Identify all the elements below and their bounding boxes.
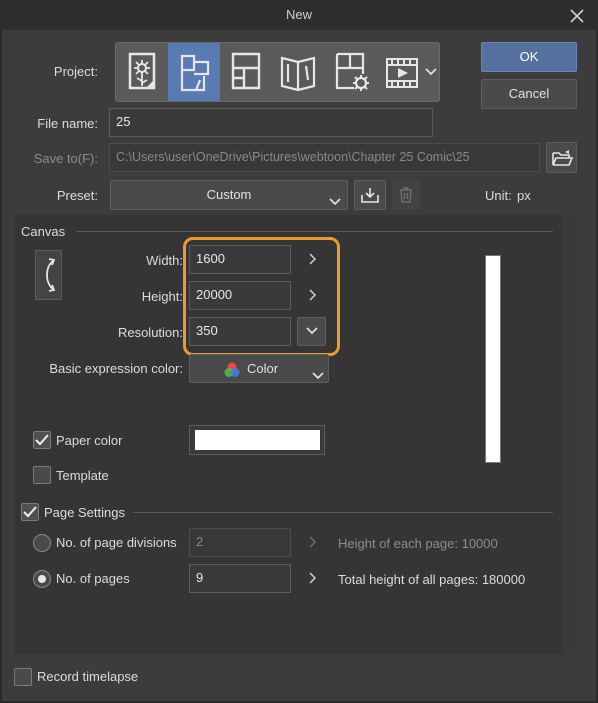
ok-button[interactable]: OK	[481, 42, 577, 72]
folder-open-icon[interactable]	[546, 142, 577, 173]
height-label: Height:	[141, 289, 183, 304]
expression-color-dropdown[interactable]: Color	[189, 354, 329, 383]
page-divisions-input: 2	[189, 528, 291, 557]
preset-value: Custom	[206, 187, 252, 202]
file-name-label: File name:	[37, 116, 98, 131]
page-settings-label: Page Settings	[44, 505, 125, 520]
highlight-frame	[183, 237, 340, 356]
template-label: Template	[56, 468, 109, 483]
project-selector	[115, 42, 440, 102]
pages-radio[interactable]	[33, 570, 51, 588]
canvas-preview	[485, 255, 501, 463]
chevron-right-icon[interactable]	[302, 565, 322, 591]
page-settings-divider	[133, 512, 553, 513]
project-label: Project:	[53, 64, 98, 79]
radio-selected-dot	[38, 575, 46, 583]
total-height-text: Total height of all pages: 180000	[338, 572, 526, 587]
chevron-down-icon[interactable]	[422, 43, 440, 101]
chevron-right-icon	[302, 529, 322, 555]
color-wheel-icon	[223, 361, 241, 388]
swap-orientation-icon[interactable]	[35, 250, 62, 300]
page-divisions-radio[interactable]	[33, 534, 51, 552]
comic-icon[interactable]	[220, 43, 272, 101]
illustration-icon[interactable]	[116, 43, 168, 101]
preset-label: Preset:	[56, 188, 98, 203]
resolution-label: Resolution:	[117, 325, 183, 340]
basic-expression-color-label: Basic expression color:	[49, 361, 183, 376]
chevron-down-icon	[312, 363, 324, 390]
close-icon[interactable]	[566, 5, 588, 27]
save-to-path: C:\Users\user\OneDrive\Pictures\webtoon\…	[109, 143, 540, 172]
chevron-down-icon	[329, 189, 341, 217]
cancel-button[interactable]: Cancel	[481, 79, 577, 109]
expression-color-value: Color	[247, 361, 279, 376]
file-name-input[interactable]: 25	[109, 108, 433, 137]
settings-document-icon[interactable]	[324, 43, 376, 101]
paper-color-swatch[interactable]	[189, 425, 325, 455]
paper-color-checkbox[interactable]	[33, 431, 51, 449]
window-title: New	[285, 7, 312, 22]
page-divisions-label: No. of page divisions	[56, 535, 177, 550]
register-preset-icon[interactable]	[354, 180, 386, 210]
pages-label: No. of pages	[56, 571, 130, 586]
book-icon[interactable]	[272, 43, 324, 101]
pages-input[interactable]: 9	[189, 564, 291, 593]
width-label: Width:	[146, 253, 183, 268]
canvas-divider	[76, 231, 553, 232]
animation-icon[interactable]	[376, 43, 428, 101]
paper-color-label: Paper color	[56, 433, 123, 448]
canvas-header: Canvas	[21, 224, 66, 239]
record-timelapse-label: Record timelapse	[37, 669, 139, 684]
unit-value[interactable]: px	[517, 188, 531, 203]
paper-color-fill	[195, 430, 320, 450]
scrollbar[interactable]	[563, 215, 577, 655]
unit-label: Unit:	[485, 188, 512, 203]
record-timelapse-checkbox[interactable]	[14, 668, 32, 686]
page-settings-checkbox[interactable]	[21, 503, 39, 521]
template-checkbox[interactable]	[33, 466, 51, 484]
save-to-label: Save to(F):	[33, 151, 98, 166]
trash-icon[interactable]	[392, 180, 420, 210]
height-each-page-text: Height of each page: 10000	[338, 536, 498, 551]
preset-dropdown[interactable]: Custom	[110, 180, 348, 210]
webtoon-icon[interactable]	[168, 43, 220, 101]
